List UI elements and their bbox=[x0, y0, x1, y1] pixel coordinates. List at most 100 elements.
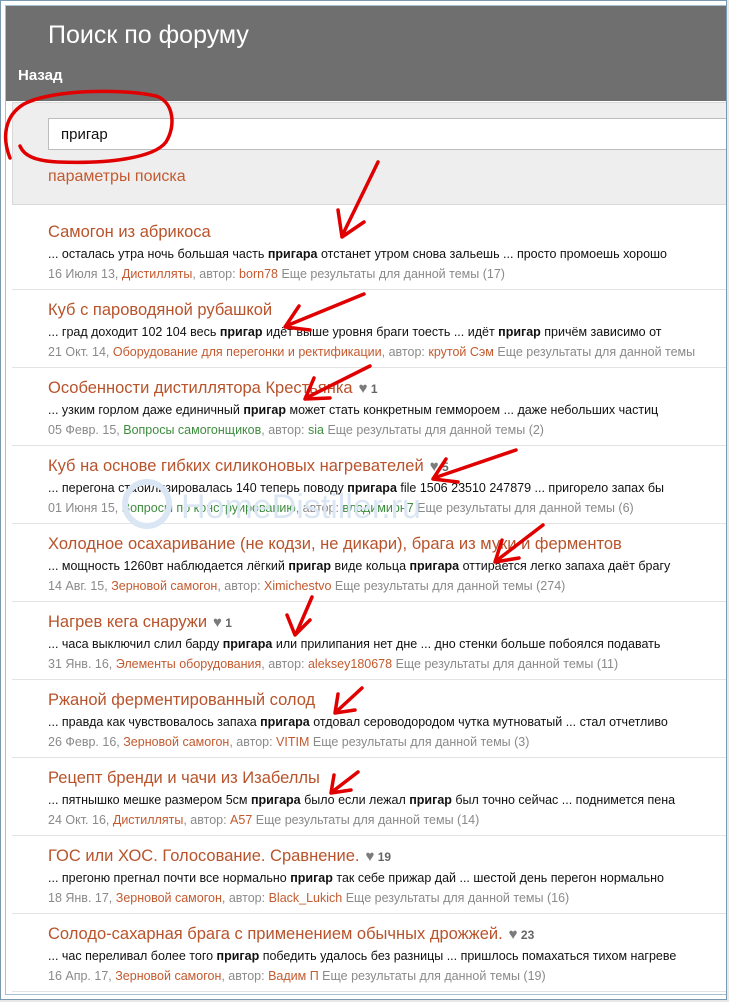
more-results-link[interactable]: Еще результаты для данной темы (11) bbox=[396, 657, 619, 671]
result-title-text[interactable]: Особенности дистиллятора Крестьянка bbox=[48, 379, 353, 397]
author-label: , автор: bbox=[261, 657, 308, 671]
snippet-text: идёт выше уровня браги тоесть ... идёт bbox=[262, 325, 499, 339]
result-title-text[interactable]: Ржаной ферментированный солод bbox=[48, 691, 315, 709]
result-row: Особенности дистиллятора Крестьянка ♥ 1..… bbox=[12, 368, 726, 446]
result-meta: 16 Июля 13, Дистилляты, автор: born78 Ещ… bbox=[48, 267, 505, 281]
result-category-link[interactable]: Зерновой самогон bbox=[115, 969, 221, 983]
result-author-link[interactable]: Вадим П bbox=[268, 969, 319, 983]
result-title-link[interactable]: ГОС или ХОС. Голосование. Сравнение. ♥ 19 bbox=[48, 847, 391, 866]
result-date: 18 Янв. 17, bbox=[48, 891, 113, 905]
result-title-text[interactable]: Самогон из абрикоса bbox=[48, 223, 211, 241]
result-category-link[interactable]: Оборудование для перегонки и ректификаци… bbox=[113, 345, 382, 359]
more-results-link[interactable]: Еще результаты для данной темы bbox=[497, 345, 695, 359]
result-title-text[interactable]: ГОС или ХОС. Голосование. Сравнение. bbox=[48, 847, 359, 865]
more-results-link[interactable]: Еще результаты для данной темы (6) bbox=[417, 501, 634, 515]
result-row: Холодное осахаривание (не кодзи, не дика… bbox=[12, 524, 726, 602]
result-title-link[interactable]: Самогон из абрикоса bbox=[48, 223, 211, 242]
result-title-text[interactable]: Холодное осахаривание (не кодзи, не дика… bbox=[48, 535, 622, 553]
result-date: 01 Июня 15, bbox=[48, 501, 119, 515]
result-title-text[interactable]: Солодо-сахарная брага с применением обыч… bbox=[48, 925, 503, 943]
result-title-link[interactable]: Холодное осахаривание (не кодзи, не дика… bbox=[48, 535, 622, 554]
result-category-link[interactable]: Элементы оборудования bbox=[116, 657, 262, 671]
snippet-highlight: пригар bbox=[243, 403, 287, 417]
more-results-link[interactable]: Еще результаты для данной темы (17) bbox=[281, 267, 504, 281]
result-category-link[interactable]: Дистилляты bbox=[122, 267, 192, 281]
author-label: , автор: bbox=[221, 891, 269, 905]
result-meta: 31 Янв. 16, Элементы оборудования, автор… bbox=[48, 657, 618, 671]
result-author-link[interactable]: Black_Lukich bbox=[269, 891, 343, 905]
result-title-link[interactable]: Куб на основе гибких силиконовых нагрева… bbox=[48, 457, 449, 476]
snippet-text: ... осталась утра ночь большая часть bbox=[48, 247, 268, 261]
result-category-link[interactable]: Вопросы по конструированию bbox=[122, 501, 296, 515]
result-snippet: ... осталась утра ночь большая часть при… bbox=[48, 247, 667, 261]
result-title-link[interactable]: Ржаной ферментированный солод bbox=[48, 691, 315, 710]
snippet-highlight: пригар bbox=[498, 325, 541, 339]
search-input[interactable] bbox=[48, 118, 726, 150]
result-meta: 16 Апр. 17, Зерновой самогон, автор: Вад… bbox=[48, 969, 546, 983]
snippet-text: file 1506 23510 247879 ... пригорело зап… bbox=[396, 481, 664, 495]
snippet-text: причём зависимо от bbox=[540, 325, 662, 339]
result-row: Рецепт бренди и чачи из Изабеллы ... пятн… bbox=[12, 758, 726, 836]
more-results-link[interactable]: Еще результаты для данной темы (2) bbox=[327, 423, 544, 437]
more-results-link[interactable]: Еще результаты для данной темы (274) bbox=[335, 579, 565, 593]
header: Поиск по форуму Назад bbox=[6, 6, 726, 101]
result-author-link[interactable]: sia bbox=[308, 423, 324, 437]
author-label: , автор: bbox=[229, 735, 277, 749]
result-author-link[interactable]: владимирн7 bbox=[342, 501, 413, 515]
result-snippet: ... правда как чувствовалось запаха приг… bbox=[48, 715, 668, 729]
more-results-link[interactable]: Еще результаты для данной темы (19) bbox=[322, 969, 545, 983]
author-label: , автор: bbox=[192, 267, 240, 281]
heart-icon: ♥ bbox=[429, 458, 439, 475]
result-author-link[interactable]: VITIM bbox=[276, 735, 309, 749]
snippet-highlight: пригара bbox=[260, 715, 310, 729]
result-category-link[interactable]: Вопросы самогонщиков bbox=[123, 423, 261, 437]
result-title-link[interactable]: Рецепт бренди и чачи из Изабеллы bbox=[48, 769, 320, 788]
heart-icon: ♥ bbox=[213, 614, 222, 631]
result-author-link[interactable]: Ximichestvo bbox=[264, 579, 331, 593]
result-category-link[interactable]: Зерновой самогон bbox=[116, 891, 222, 905]
page-title: Поиск по форуму bbox=[48, 21, 249, 49]
more-results-link[interactable]: Еще результаты для данной темы (14) bbox=[256, 813, 479, 827]
likes-badge: ♥ 19 bbox=[365, 848, 392, 865]
result-row: Солодо-сахарная брага с применением обыч… bbox=[12, 914, 726, 992]
snippet-text: оттирается легко запаха даёт брагу bbox=[459, 559, 671, 573]
author-label: , автор: bbox=[183, 813, 231, 827]
result-date: 16 Апр. 17, bbox=[48, 969, 112, 983]
result-title-text[interactable]: Рецепт бренди и чачи из Изабеллы bbox=[48, 769, 320, 787]
snippet-highlight: пригара bbox=[267, 247, 318, 261]
likes-badge: ♥ 5 bbox=[429, 458, 449, 475]
search-panel: параметры поиска bbox=[12, 102, 726, 205]
result-author-link[interactable]: A57 bbox=[230, 813, 252, 827]
result-author-link[interactable]: born78 bbox=[239, 267, 278, 281]
likes-badge: ♥ 1 bbox=[359, 380, 378, 397]
more-results-link[interactable]: Еще результаты для данной темы (16) bbox=[346, 891, 569, 905]
result-snippet: ... час переливал более того пригар побе… bbox=[48, 949, 676, 963]
result-title-text[interactable]: Нагрев кега снаружи bbox=[48, 613, 207, 631]
result-title-text[interactable]: Куб на основе гибких силиконовых нагрева… bbox=[48, 457, 424, 475]
snippet-text: ... часа выключил слил барду bbox=[48, 637, 223, 651]
likes-count: 19 bbox=[377, 850, 392, 864]
result-author-link[interactable]: aleksey180678 bbox=[308, 657, 392, 671]
result-category-link[interactable]: Дистилляты bbox=[113, 813, 183, 827]
result-title-link[interactable]: Нагрев кега снаружи ♥ 1 bbox=[48, 613, 232, 632]
snippet-highlight: пригар bbox=[409, 793, 452, 807]
result-row: Куб с пароводяной рубашкой ... град доход… bbox=[12, 290, 726, 368]
back-link[interactable]: Назад bbox=[18, 67, 62, 84]
result-title-link[interactable]: Солодо-сахарная брага с применением обыч… bbox=[48, 925, 534, 944]
result-snippet: ... часа выключил слил барду пригара или… bbox=[48, 637, 660, 651]
snippet-text: ... мощность 1260вт наблюдается лёгкий bbox=[48, 559, 289, 573]
author-label: , автор: bbox=[221, 969, 269, 983]
likes-count: 5 bbox=[441, 460, 449, 474]
snippet-highlight: пригар bbox=[290, 871, 333, 885]
snippet-text: ... узким горлом даже единичный bbox=[48, 403, 244, 417]
result-title-link[interactable]: Особенности дистиллятора Крестьянка ♥ 1 bbox=[48, 379, 378, 398]
result-meta: 24 Окт. 16, Дистилляты, автор: A57 Еще р… bbox=[48, 813, 479, 827]
result-author-link[interactable]: крутой Сэм bbox=[428, 345, 494, 359]
result-title-text[interactable]: Куб с пароводяной рубашкой bbox=[48, 301, 272, 319]
more-results-link[interactable]: Еще результаты для данной темы (3) bbox=[313, 735, 530, 749]
search-params-link[interactable]: параметры поиска bbox=[48, 168, 186, 186]
snippet-text: ... правда как чувствовалось запаха bbox=[48, 715, 261, 729]
result-category-link[interactable]: Зерновой самогон bbox=[123, 735, 229, 749]
result-title-link[interactable]: Куб с пароводяной рубашкой bbox=[48, 301, 272, 320]
result-category-link[interactable]: Зерновой самогон bbox=[111, 579, 217, 593]
